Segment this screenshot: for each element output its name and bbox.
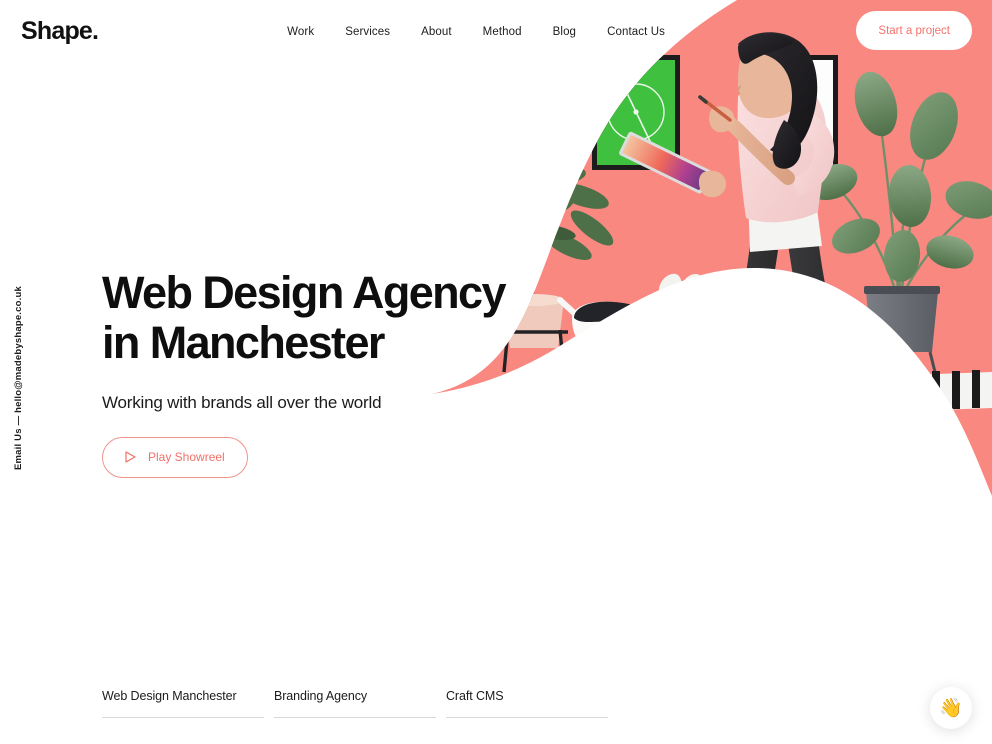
nav-item-blog[interactable]: Blog	[553, 26, 576, 38]
bottom-tag-links: Web Design Manchester Branding Agency Cr…	[102, 689, 618, 718]
main-navigation: Work Services About Method Blog Contact …	[287, 26, 665, 38]
nav-item-work[interactable]: Work	[287, 26, 314, 38]
logo[interactable]: Shape.	[21, 18, 99, 44]
play-showreel-label: Play Showreel	[148, 450, 225, 465]
hero-section: Web Design Agency in Manchester Working …	[102, 267, 507, 478]
page-title: Web Design Agency in Manchester	[102, 267, 507, 369]
email-rail-label[interactable]: Email Us — hello@madebyshape.co.uk	[13, 286, 24, 470]
email-rail: Email Us — hello@madebyshape.co.uk	[13, 270, 44, 470]
nav-item-contact-us[interactable]: Contact Us	[607, 26, 665, 38]
nav-item-about[interactable]: About	[421, 26, 452, 38]
bottom-link-web-design-manchester[interactable]: Web Design Manchester	[102, 689, 264, 718]
chat-widget-button[interactable]: 👋	[930, 687, 972, 729]
waving-hand-icon: 👋	[939, 697, 963, 719]
start-a-project-button[interactable]: Start a project	[856, 11, 972, 50]
bottom-link-craft-cms[interactable]: Craft CMS	[446, 689, 608, 718]
hero-illustration	[432, 0, 992, 600]
site-header: Shape. Work Services About Method Blog C…	[0, 0, 992, 62]
nav-item-services[interactable]: Services	[345, 26, 390, 38]
nav-item-method[interactable]: Method	[483, 26, 522, 38]
play-icon	[125, 451, 136, 463]
bottom-link-branding-agency[interactable]: Branding Agency	[274, 689, 436, 718]
play-showreel-button[interactable]: Play Showreel	[102, 436, 248, 478]
hero-subtitle: Working with brands all over the world	[102, 392, 382, 412]
